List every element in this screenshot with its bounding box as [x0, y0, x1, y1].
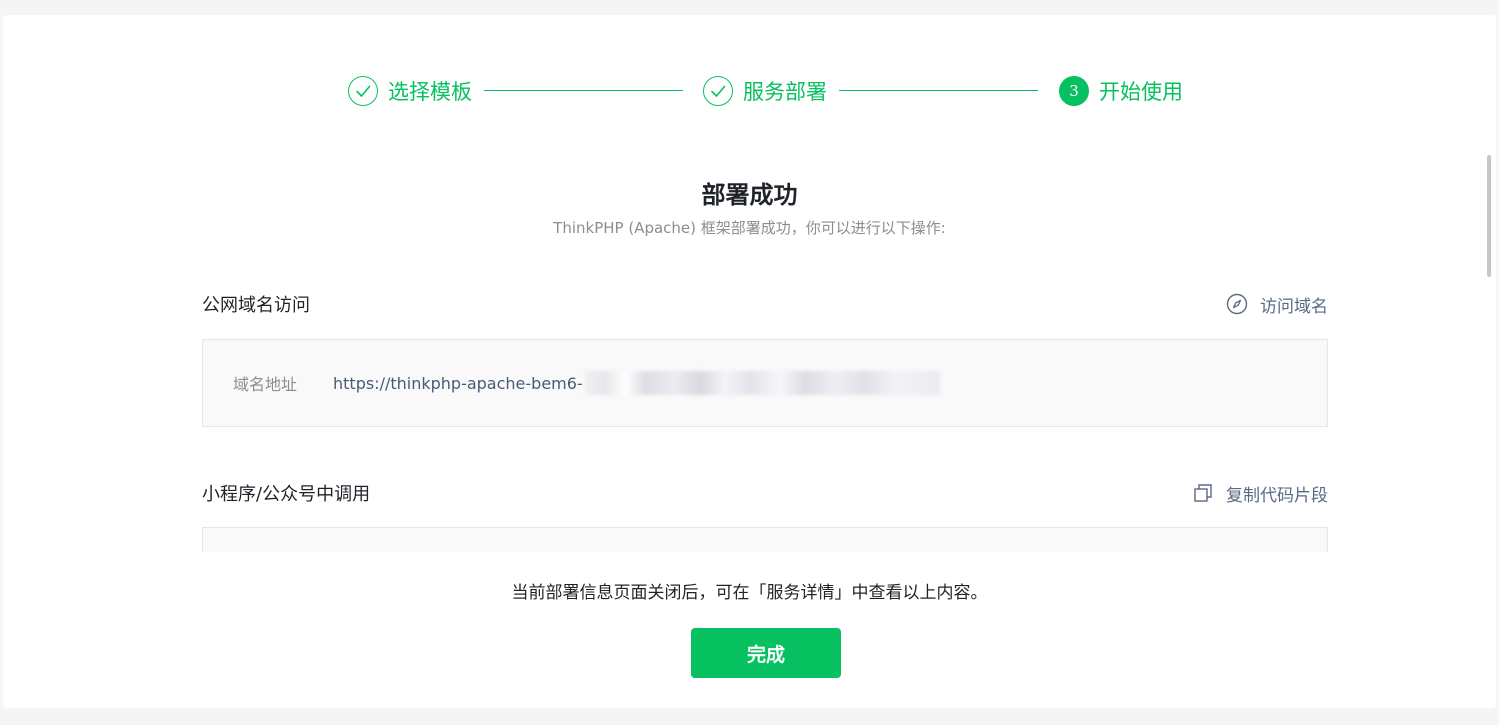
section-title: 公网域名访问	[202, 295, 310, 316]
domain-url[interactable]: https://thinkphp-apache-bem6-	[333, 371, 940, 395]
scrollbar-thumb[interactable]	[1487, 155, 1491, 277]
step-number-badge: 3	[1059, 76, 1089, 106]
footer: 当前部署信息页面关闭后，可在「服务详情」中查看以上内容。 完成	[3, 552, 1496, 708]
public-domain-header: 公网域名访问 访问域名	[202, 289, 1328, 319]
visit-domain-label: 访问域名	[1260, 296, 1328, 317]
check-icon	[703, 76, 733, 106]
domain-field-label: 域名地址	[233, 375, 298, 394]
copy-code-snippet-button[interactable]: 复制代码片段	[1192, 481, 1328, 506]
step-connector	[484, 90, 683, 91]
step-deploy-service: 服务部署	[703, 73, 827, 109]
section-title: 小程序/公众号中调用	[202, 484, 371, 505]
step-label: 开始使用	[1099, 80, 1183, 104]
compass-icon	[1226, 293, 1248, 315]
deploy-result-card: 选择模板 服务部署 3 开始使用 部署成功 ThinkPHP (Apache) …	[3, 15, 1496, 708]
scrollbar-track[interactable]	[1485, 15, 1491, 708]
domain-url-text: https://thinkphp-apache-bem6-	[333, 373, 583, 393]
footer-note: 当前部署信息页面关闭后，可在「服务详情」中查看以上内容。	[511, 583, 988, 603]
step-label: 服务部署	[743, 80, 827, 104]
copy-icon	[1192, 482, 1214, 504]
check-icon	[348, 76, 378, 106]
result-description: ThinkPHP (Apache) 框架部署成功，你可以进行以下操作:	[553, 219, 946, 237]
step-connector	[839, 90, 1038, 91]
miniprogram-header: 小程序/公众号中调用 复制代码片段	[202, 478, 1328, 508]
redacted-region	[584, 371, 940, 395]
domain-info-box: 域名地址 https://thinkphp-apache-bem6-	[202, 339, 1328, 427]
done-button[interactable]: 完成	[691, 628, 841, 678]
step-label: 选择模板	[388, 80, 472, 104]
step-start-using: 3 开始使用	[1059, 73, 1183, 109]
visit-domain-link[interactable]: 访问域名	[1226, 292, 1328, 317]
copy-code-label: 复制代码片段	[1226, 485, 1328, 506]
result-title: 部署成功	[701, 181, 798, 209]
domain-row: 域名地址 https://thinkphp-apache-bem6-	[233, 340, 940, 426]
steps-progress: 选择模板 服务部署 3 开始使用	[3, 73, 1496, 109]
step-select-template: 选择模板	[348, 73, 472, 109]
